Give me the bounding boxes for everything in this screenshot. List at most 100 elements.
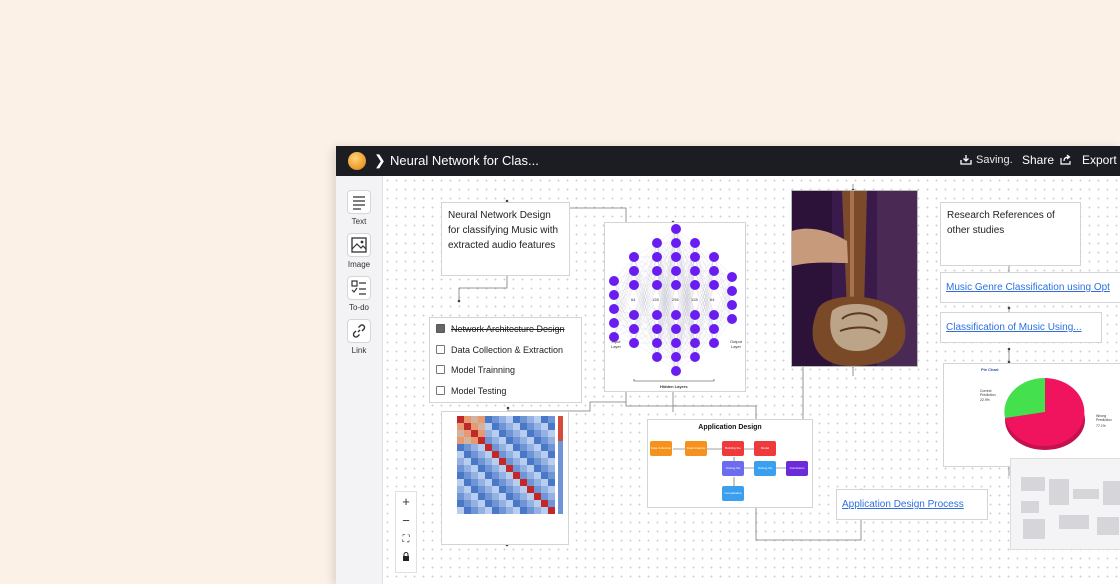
note-card-main[interactable]: Neural Network Design for classifying Mu… (441, 202, 570, 276)
heatmap-cell (457, 458, 464, 465)
heatmap-cell (471, 437, 478, 444)
research-note-text: Research References of other studies (947, 210, 1055, 236)
chevron-right-icon[interactable]: ❯ (374, 152, 386, 169)
link-card-music-genre[interactable]: Music Genre Classification using Opt (940, 272, 1120, 303)
heatmap-cell (492, 486, 499, 493)
heatmap-cell (506, 486, 513, 493)
checkbox[interactable] (436, 345, 445, 354)
input-layer-label: Input Layer (610, 339, 621, 349)
tool-todo[interactable]: To-do (340, 276, 378, 312)
todo-item[interactable]: Model Trainning (436, 365, 515, 375)
nn-node (727, 300, 737, 310)
heatmap-cell (506, 479, 513, 486)
heatmap-cell (548, 451, 555, 458)
neural-network-diagram[interactable]: Hidden Layers Input Layer Output Layer 6… (604, 222, 746, 392)
heatmap-cell (457, 500, 464, 507)
zoom-out-button[interactable]: − (396, 511, 416, 530)
heatmap-cell (478, 493, 485, 500)
heatmap-cell (513, 430, 520, 437)
heatmap-cell (492, 500, 499, 507)
todo-item[interactable]: Network Architecture Design (436, 324, 565, 334)
heatmap-cell (548, 416, 555, 423)
link-text[interactable]: Application Design Process (842, 499, 964, 510)
fit-screen-button[interactable]: ⛶ (396, 530, 416, 549)
note-card-research[interactable]: Research References of other studies (940, 202, 1081, 266)
checkbox-checked[interactable] (436, 324, 445, 333)
heatmap-cell (492, 507, 499, 514)
app-logo[interactable] (348, 152, 366, 170)
correlation-heatmap-image[interactable] (441, 411, 569, 545)
lock-icon (403, 552, 409, 561)
heatmap-cell (457, 416, 464, 423)
tool-text[interactable]: Text (340, 190, 378, 226)
zoom-in-button[interactable]: + (396, 492, 416, 511)
share-label: Share (1022, 153, 1055, 167)
layer-size-label: 128 (691, 297, 698, 302)
heatmap-cell (534, 437, 541, 444)
heatmap-cell (541, 493, 548, 500)
nn-node (690, 252, 700, 262)
heatmap-cell (506, 451, 513, 458)
nn-node (609, 276, 619, 286)
todo-card[interactable]: Network Architecture Design Data Collect… (429, 317, 582, 403)
heatmap-cell (548, 444, 555, 451)
heatmap-cell (506, 430, 513, 437)
heatmap-cell (513, 486, 520, 493)
heatmap-cell (513, 444, 520, 451)
heatmap-cell (534, 451, 541, 458)
checkbox[interactable] (436, 386, 445, 395)
heatmap-cell (499, 451, 506, 458)
instrument-photo[interactable] (791, 190, 918, 367)
nn-node (609, 318, 619, 328)
heatmap-cell (513, 451, 520, 458)
nn-node (709, 266, 719, 276)
nn-node (652, 266, 662, 276)
heatmap-cell (464, 507, 471, 514)
heatmap-cell (464, 479, 471, 486)
heatmap-cell (478, 465, 485, 472)
heatmap-cell (527, 458, 534, 465)
tool-image-label: Image (347, 260, 371, 269)
heatmap-cell (499, 458, 506, 465)
heatmap-cell (520, 437, 527, 444)
whiteboard-canvas[interactable]: Neural Network Design for classifying Mu… (383, 176, 1120, 584)
heatmap-cell (527, 472, 534, 479)
tool-link[interactable]: Link (340, 319, 378, 355)
heatmap-cell (485, 465, 492, 472)
link-text[interactable]: Music Genre Classification using Opt (946, 282, 1110, 293)
heatmap-cell (471, 493, 478, 500)
share-button[interactable]: Share (1022, 153, 1072, 167)
heatmap-cell (527, 486, 534, 493)
zoom-controls: + − ⛶ (395, 491, 417, 573)
heatmap-cell (541, 444, 548, 451)
heatmap-cell (527, 479, 534, 486)
lock-button[interactable] (396, 549, 416, 568)
heatmap-cell (471, 423, 478, 430)
checkbox[interactable] (436, 365, 445, 374)
heatmap-cell (471, 486, 478, 493)
heatmap-cell (457, 444, 464, 451)
flow-step: Testing the Model (722, 461, 744, 476)
application-design-flowchart[interactable]: Application Design Data Collection Data … (647, 419, 813, 508)
link-text[interactable]: Classification of Music Using... (946, 322, 1082, 333)
export-button[interactable]: Export (1082, 153, 1117, 167)
todo-item[interactable]: Data Collection & Extraction (436, 345, 563, 355)
heatmap-cell (548, 430, 555, 437)
nn-node (671, 310, 681, 320)
link-card-application-design[interactable]: Application Design Process (836, 489, 988, 520)
nn-node (690, 266, 700, 276)
link-card-classification[interactable]: Classification of Music Using... (940, 312, 1102, 343)
floorplan-thumbnail[interactable] (1010, 458, 1120, 550)
document-title[interactable]: Neural Network for Clas... (390, 153, 539, 168)
nn-node (652, 324, 662, 334)
todo-item[interactable]: Model Testing (436, 386, 506, 396)
heatmap-cell (464, 430, 471, 437)
heatmap-cell (457, 430, 464, 437)
heatmap-cell (471, 416, 478, 423)
pie-chart-card[interactable]: Pie Chart Correct Prediction 22.9% Wrong… (943, 363, 1120, 467)
heatmap-cell (506, 493, 513, 500)
heatmap-cell (471, 451, 478, 458)
heatmap-cell (520, 451, 527, 458)
heatmap-cell (485, 479, 492, 486)
tool-image[interactable]: Image (340, 233, 378, 269)
